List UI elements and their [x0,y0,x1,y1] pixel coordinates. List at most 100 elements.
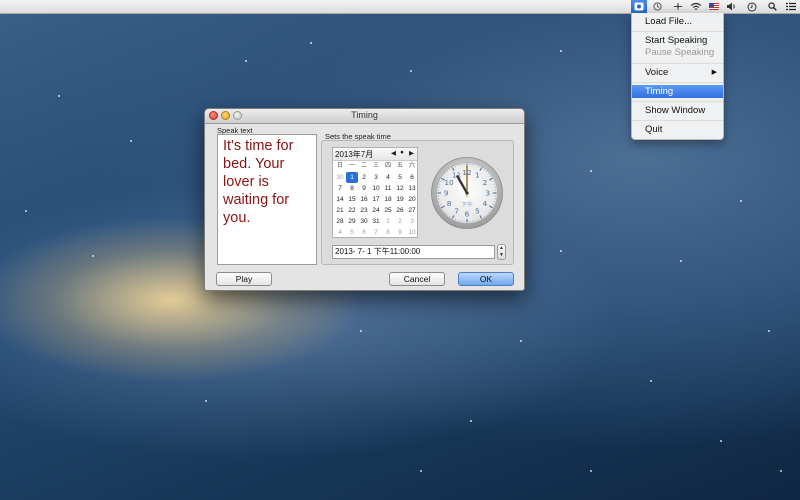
clock-number: 6 [465,209,470,218]
menu-separator [632,120,723,121]
calendar-day[interactable]: 1 [382,216,394,227]
calendar-day[interactable]: 24 [370,205,382,216]
calendar-day[interactable]: 8 [346,183,358,194]
calendar-day[interactable]: 7 [334,183,346,194]
speaker-app-icon[interactable] [631,0,647,13]
clock-number: 7 [454,207,459,216]
previous-month-icon[interactable]: ◀ [391,149,396,157]
wifi-icon[interactable] [688,0,704,13]
menu-separator [632,31,723,32]
menu-item-voice-label: Voice [645,67,669,78]
calendar-day[interactable]: 15 [346,194,358,205]
menu-item-timing[interactable]: Timing [632,85,723,98]
calendar-header: 2013年7月 ◀ ● ▶ [333,148,417,161]
calendar-day[interactable]: 5 [394,172,406,183]
clock-number: 4 [483,199,488,208]
calendar-day[interactable]: 16 [358,194,370,205]
flag-icon[interactable] [707,0,721,13]
calendar: 2013年7月 ◀ ● ▶ 日一二三四五六 30 1 2 3 4 5 6 7 8 9 10 11 12 13… [332,147,418,238]
clock-number: 2 [483,178,488,187]
calendar-day[interactable]: 13 [406,183,418,194]
calendar-day[interactable]: 19 [394,194,406,205]
play-button[interactable]: Play [216,272,272,286]
calendar-day[interactable]: 28 [334,216,346,227]
clock-icon[interactable] [745,0,759,13]
calendar-weekday-header: 六 [408,163,415,169]
cancel-button[interactable]: Cancel [389,272,445,286]
calendar-day[interactable]: 5 [346,227,358,238]
calendar-month-label: 2013年7月 [335,150,374,159]
submenu-arrow-icon: ▶ [711,69,717,76]
calendar-day[interactable]: 25 [382,205,394,216]
clock-number: 1 [475,171,480,180]
calendar-day[interactable]: 3 [406,216,418,227]
menu-separator [632,63,723,64]
status-menu: Load File... Start Speaking Pause Speaki… [631,13,724,140]
calendar-day[interactable]: 9 [394,227,406,238]
time-machine-icon[interactable] [650,0,664,13]
calendar-day[interactable]: 2 [394,216,406,227]
ok-button[interactable]: OK [458,272,514,286]
menu-bar [0,0,800,14]
clock-number: 3 [485,189,490,198]
notification-list-icon[interactable] [785,0,797,13]
calendar-day[interactable]: 8 [382,227,394,238]
calendar-day[interactable]: 14 [334,194,346,205]
calendar-weekday-header: 四 [384,163,391,169]
menu-separator [632,82,723,83]
clock-number: 9 [444,189,449,198]
timing-window: Timing Speak text It's time for bed. You… [204,108,525,291]
calendar-weekday-header: 三 [372,163,379,169]
calendar-day[interactable]: 11 [382,183,394,194]
menu-item-voice[interactable]: Voice ▶ [632,66,723,79]
calendar-day[interactable]: 21 [334,205,346,216]
volume-icon[interactable] [724,0,738,13]
calendar-weekday-header: 日 [336,163,343,169]
spotlight-icon[interactable] [766,0,778,13]
menu-item-quit[interactable]: Quit [632,123,723,136]
datetime-field[interactable]: 2013- 7- 1 下午11:00:00 [332,245,495,259]
calendar-weekday-header: 一 [348,163,355,169]
calendar-day[interactable]: 2 [358,172,370,183]
calendar-day[interactable]: 27 [406,205,418,216]
calendar-day[interactable]: 18 [382,194,394,205]
calendar-day[interactable]: 22 [346,205,358,216]
datetime-stepper[interactable]: ▲ ▼ [497,244,506,260]
calendar-weekday-header: 五 [396,163,403,169]
next-month-icon[interactable]: ▶ [409,149,414,157]
calendar-day[interactable]: 30 [334,172,346,183]
calendar-day[interactable]: 4 [334,227,346,238]
speak-text-area[interactable]: It's time for bed. Your lover is waiting… [217,134,317,265]
bluetooth-icon[interactable] [670,0,686,13]
calendar-day[interactable]: 9 [358,183,370,194]
today-dot-icon[interactable]: ● [400,149,404,156]
calendar-day[interactable]: 6 [406,172,418,183]
speak-text-content: It's time for bed. Your lover is waiting… [223,138,294,226]
calendar-day[interactable]: 10 [370,183,382,194]
calendar-day[interactable]: 3 [370,172,382,183]
calendar-day[interactable]: 26 [394,205,406,216]
calendar-day[interactable]: 30 [358,216,370,227]
menu-item-pause-speaking: Pause Speaking [645,47,715,58]
calendar-day[interactable]: 10 [406,227,418,238]
menu-item-load-file[interactable]: Load File... [632,15,723,28]
calendar-day[interactable]: 29 [346,216,358,227]
menu-item-show-window[interactable]: Show Window [632,104,723,117]
calendar-weekday-header: 二 [360,163,367,169]
calendar-day[interactable]: 31 [370,216,382,227]
analog-clock[interactable]: 121234567891011 下午 [430,156,504,230]
calendar-grid: 日一二三四五六 30 1 2 3 4 5 6 7 8 9 10 11 12 13 14 15 16 17 18 19 20… [334,161,418,238]
clock-number: 5 [475,207,480,216]
calendar-day[interactable]: 1 [346,172,358,183]
calendar-day[interactable]: 4 [382,172,394,183]
window-titlebar[interactable]: Timing [205,109,524,124]
clock-number: 11 [452,171,462,180]
clock-number: 8 [447,199,452,208]
calendar-day[interactable]: 12 [394,183,406,194]
window-title: Timing [351,110,378,120]
calendar-day[interactable]: 23 [358,205,370,216]
calendar-day[interactable]: 7 [370,227,382,238]
calendar-day[interactable]: 6 [358,227,370,238]
calendar-day[interactable]: 20 [406,194,418,205]
calendar-day[interactable]: 17 [370,194,382,205]
